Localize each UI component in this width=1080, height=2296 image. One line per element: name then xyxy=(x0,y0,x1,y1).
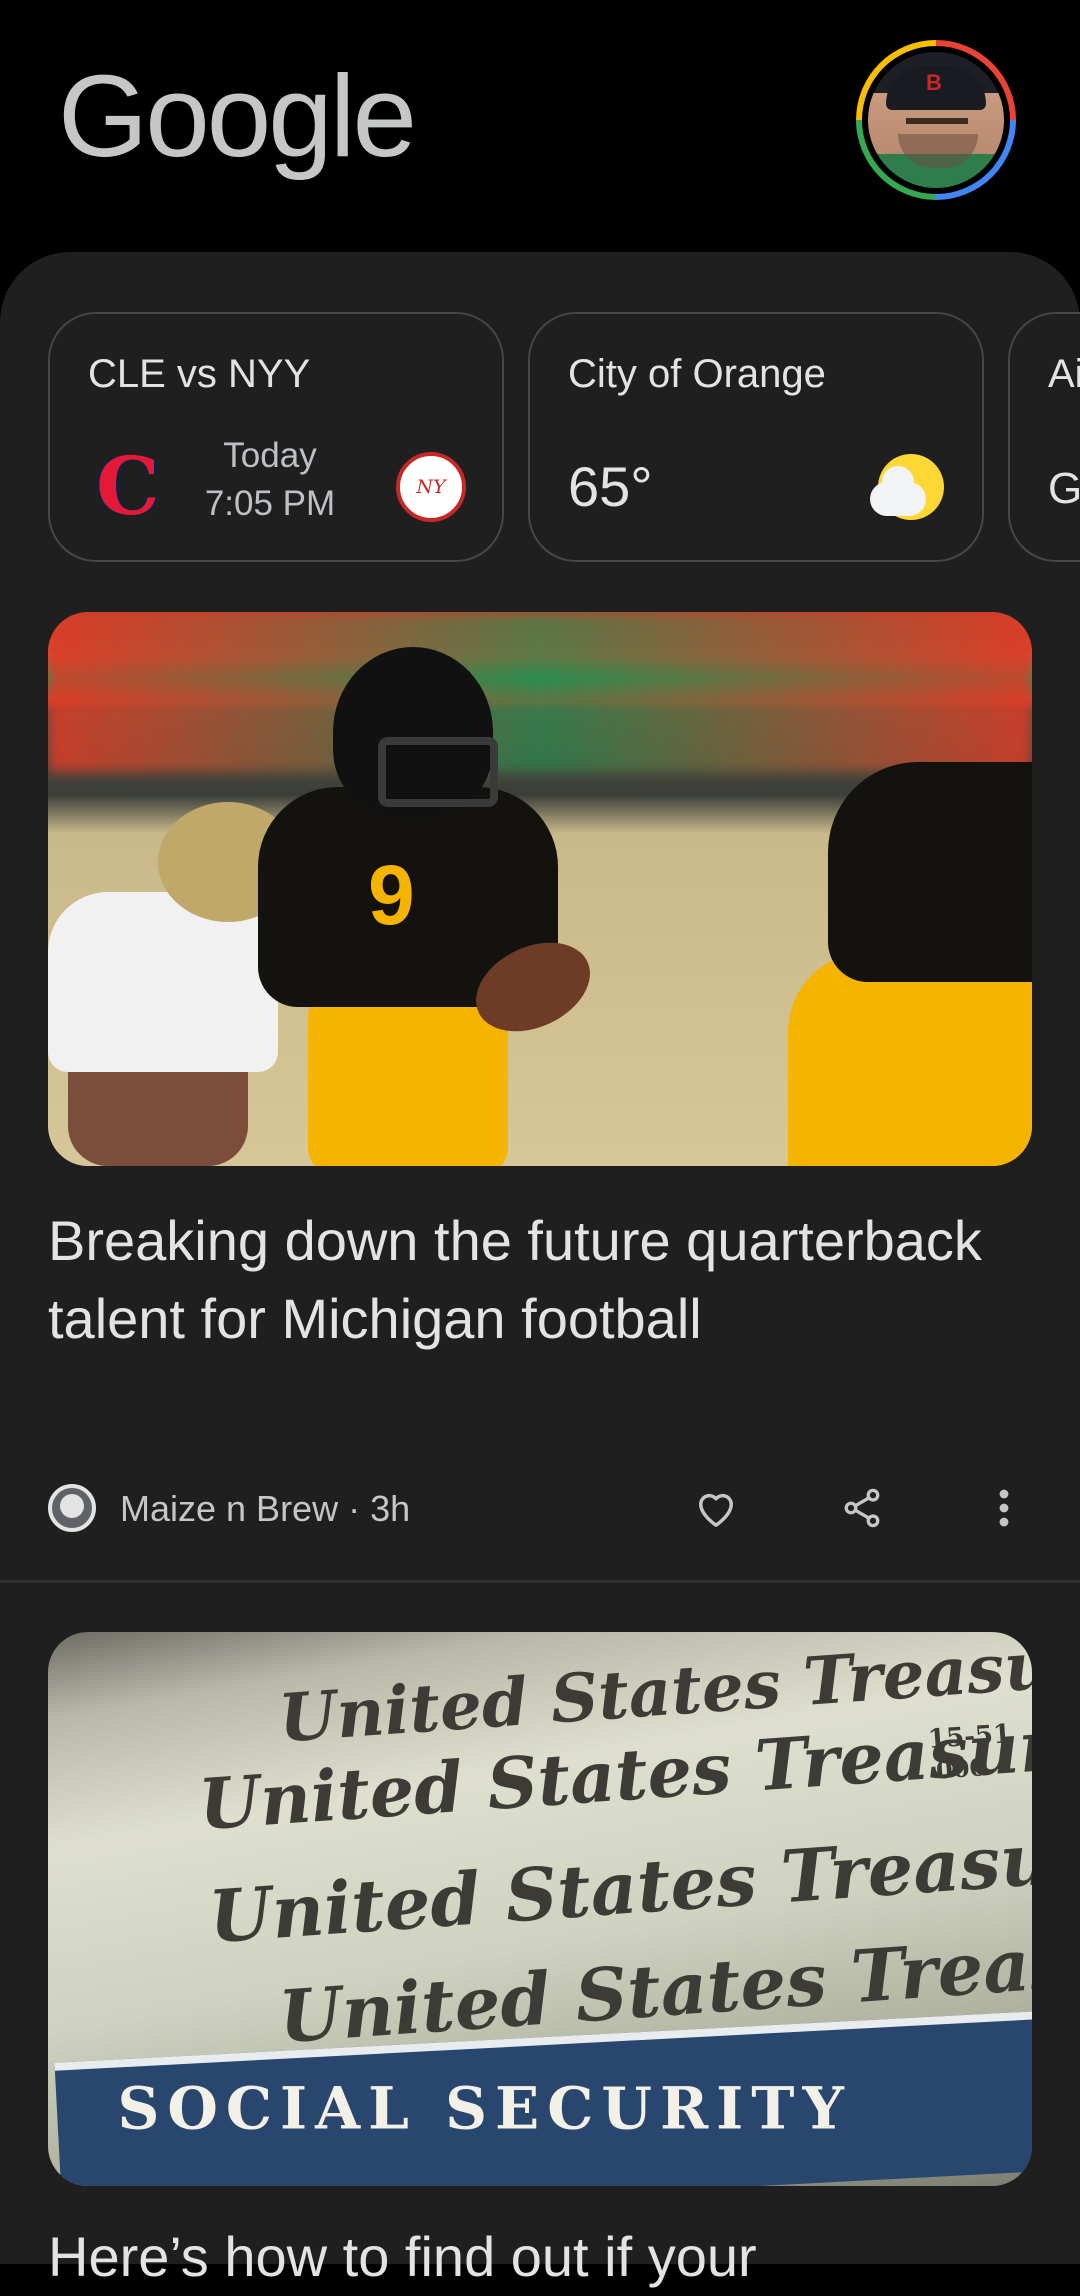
more-vert-icon xyxy=(999,1489,1009,1527)
game-day: Today xyxy=(223,436,317,475)
game-start-time: 7:05 PM xyxy=(204,484,336,523)
sports-score-chip[interactable]: CLE vs NYY C Today 7:05 PM NY xyxy=(48,312,504,562)
social-security-card: SOCIAL SECURITY xyxy=(54,2011,1032,2186)
more-options-button[interactable] xyxy=(976,1480,1032,1536)
account-avatar-button[interactable]: B xyxy=(856,40,1016,200)
article-meta: Maize n Brew · 3h xyxy=(48,1480,1032,1536)
weather-chip[interactable]: City of Orange 65° xyxy=(528,312,984,562)
avatar: B xyxy=(868,52,1004,188)
article-image[interactable]: United States Treasury United States Tre… xyxy=(48,1632,1032,2186)
yankees-team-icon: NY xyxy=(396,452,466,522)
share-icon xyxy=(844,1488,880,1528)
heart-icon xyxy=(699,1493,733,1527)
weather-temperature: 65° xyxy=(568,455,653,518)
quarterback-figure: 9 xyxy=(218,647,608,1166)
feed-divider xyxy=(0,1580,1080,1583)
partly-cloudy-icon xyxy=(870,454,944,520)
partial-chip[interactable]: Ai G xyxy=(1008,312,1080,562)
cleveland-team-icon: C xyxy=(96,439,160,533)
weather-location: City of Orange xyxy=(568,352,826,396)
partial-chip-title: Ai xyxy=(1048,352,1080,396)
app-header: Google B xyxy=(0,0,1080,250)
info-chips-carousel[interactable]: CLE vs NYY C Today 7:05 PM NY City of Or… xyxy=(48,312,1080,564)
discover-feed[interactable]: CLE vs NYY C Today 7:05 PM NY City of Or… xyxy=(0,252,1080,2288)
game-time: Today 7:05 PM xyxy=(170,432,370,528)
source-globe-icon xyxy=(48,1484,96,1532)
article-headline[interactable]: Here’s how to find out if your xyxy=(48,2218,1032,2296)
google-logo: Google xyxy=(58,51,417,181)
partial-chip-subtitle: G xyxy=(1048,464,1080,513)
article-source: Maize n Brew · 3h xyxy=(120,1488,411,1529)
like-button[interactable] xyxy=(688,1480,744,1536)
article-headline[interactable]: Breaking down the future quarterback tal… xyxy=(48,1202,1032,1358)
article-image[interactable]: 9 xyxy=(48,612,1032,1166)
matchup-title: CLE vs NYY xyxy=(88,352,311,396)
share-button[interactable] xyxy=(834,1480,890,1536)
